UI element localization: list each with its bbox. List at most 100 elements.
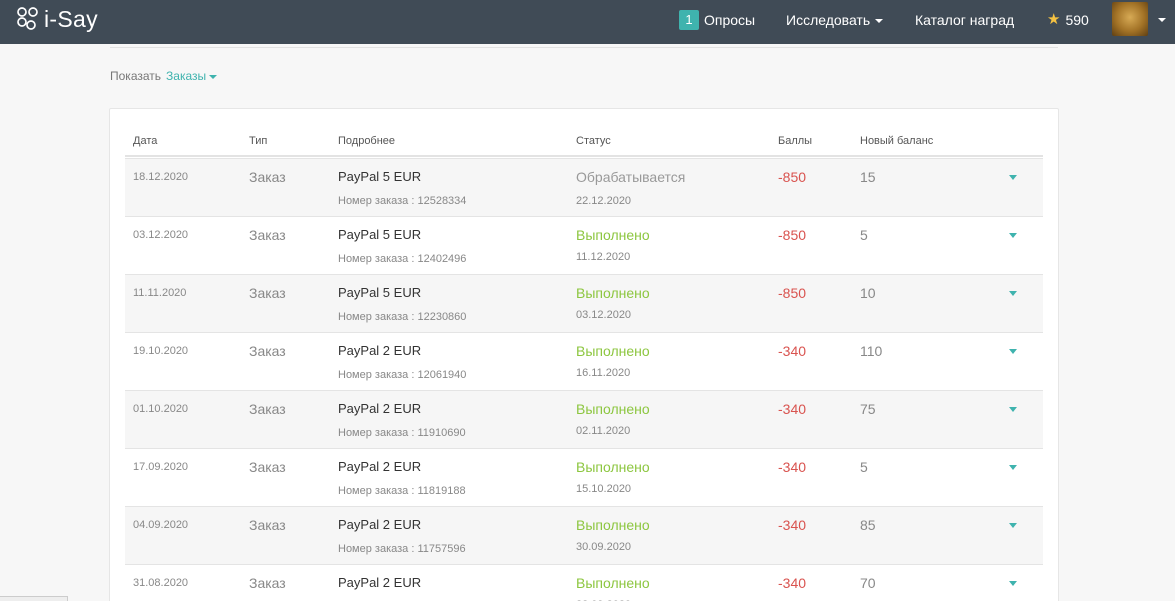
filter-selected-value: Заказы — [166, 69, 207, 83]
row-date: 01.10.2020 — [133, 403, 189, 415]
row-status: Выполнено — [576, 285, 650, 301]
logo-text: i-Say — [44, 5, 98, 32]
row-detail: PayPal 5 EUR — [338, 227, 422, 242]
avatar[interactable] — [1112, 2, 1148, 36]
row-type: Заказ — [249, 227, 286, 243]
horizontal-scrollbar[interactable] — [0, 596, 68, 601]
table-row[interactable]: 11.11.2020 Заказ PayPal 5 EUR Номер заказа … — [125, 274, 1043, 332]
avatar-chevron-down-icon[interactable] — [1158, 18, 1166, 22]
table-row[interactable]: 17.09.2020 Заказ PayPal 2 EUR Номер заказа … — [125, 448, 1043, 506]
row-status-date: 30.09.2020 — [576, 541, 632, 553]
filter-row: Показать Заказы — [110, 69, 218, 83]
row-type: Заказ — [249, 401, 286, 417]
row-status-date: 03.12.2020 — [576, 309, 632, 321]
top-navigation-bar: i-Say 1 Опросы Исследовать Каталог награ… — [0, 0, 1175, 44]
row-points: -340 — [778, 517, 807, 533]
row-type: Заказ — [249, 343, 286, 359]
row-points: -850 — [778, 227, 807, 243]
chevron-down-icon — [209, 74, 218, 79]
row-order-number: Номер заказа : 12061940 — [338, 369, 466, 381]
column-header-points: Баллы — [778, 135, 813, 147]
table-row[interactable]: 01.10.2020 Заказ PayPal 2 EUR Номер заказа … — [125, 390, 1043, 448]
order-number-label: Номер заказа : — [338, 369, 415, 381]
expand-chevron-icon[interactable] — [1009, 349, 1017, 354]
order-number-value: 12061940 — [417, 369, 467, 381]
row-date: 31.08.2020 — [133, 577, 189, 589]
row-date: 03.12.2020 — [133, 229, 189, 241]
row-new-balance: 110 — [860, 343, 883, 359]
order-number-label: Номер заказа : — [338, 485, 415, 497]
order-number-value: 12230860 — [417, 311, 467, 323]
filter-label: Показать — [110, 69, 162, 83]
row-status: Выполнено — [576, 343, 650, 359]
expand-chevron-icon[interactable] — [1009, 407, 1017, 412]
row-date: 04.09.2020 — [133, 519, 189, 531]
table-header: Дата Тип Подробнее Статус Баллы Новый ба… — [125, 125, 1043, 157]
row-detail: PayPal 2 EUR — [338, 343, 422, 358]
order-number-value: 11757596 — [417, 543, 466, 555]
isay-logo[interactable]: i-Say — [16, 6, 98, 32]
row-new-balance: 10 — [860, 285, 876, 301]
row-type: Заказ — [249, 459, 286, 475]
row-status-date: 16.11.2020 — [576, 367, 631, 379]
column-header-status: Статус — [576, 135, 611, 147]
table-row[interactable]: 19.10.2020 Заказ PayPal 2 EUR Номер заказа … — [125, 332, 1043, 390]
divider — [110, 47, 1058, 48]
nav-explore-dropdown[interactable]: Исследовать — [786, 10, 884, 30]
order-number-label: Номер заказа : — [338, 427, 415, 439]
row-new-balance: 75 — [860, 401, 876, 417]
order-number-value: 12528334 — [417, 195, 467, 207]
expand-chevron-icon[interactable] — [1009, 291, 1017, 296]
row-order-number: Номер заказа : 11910690 — [338, 427, 466, 439]
order-number-label: Номер заказа : — [338, 543, 415, 555]
row-points: -340 — [778, 401, 807, 417]
filter-dropdown[interactable]: Заказы — [166, 69, 218, 83]
nav-rewards-catalog[interactable]: Каталог наград — [915, 10, 1014, 30]
table-row[interactable]: 04.09.2020 Заказ PayPal 2 EUR Номер заказа … — [125, 506, 1043, 564]
chevron-down-icon — [875, 19, 884, 23]
row-date: 18.12.2020 — [133, 171, 189, 183]
row-status: Выполнено — [576, 227, 650, 243]
star-icon: ★ — [1047, 11, 1061, 28]
row-type: Заказ — [249, 575, 286, 591]
row-detail: PayPal 2 EUR — [338, 575, 422, 590]
table-row[interactable]: 31.08.2020ЗаказPayPal 2 EURНомер заказа … — [125, 564, 1043, 601]
row-date: 17.09.2020 — [133, 461, 189, 473]
row-points: -340 — [778, 343, 807, 359]
row-new-balance: 85 — [860, 517, 876, 533]
expand-chevron-icon[interactable] — [1009, 581, 1017, 586]
table-row[interactable]: 18.12.2020 Заказ PayPal 5 EUR Номер заказа … — [125, 158, 1043, 216]
expand-chevron-icon[interactable] — [1009, 233, 1017, 238]
row-order-number: Номер заказа : 12402496 — [338, 253, 466, 265]
row-detail: PayPal 2 EUR — [338, 459, 422, 474]
row-status-date: 02.11.2020 — [576, 425, 631, 437]
row-status-date: 15.10.2020 — [576, 483, 632, 495]
expand-chevron-icon[interactable] — [1009, 175, 1017, 180]
row-new-balance: 5 — [860, 227, 868, 243]
row-order-number: Номер заказа : 12528334 — [338, 195, 466, 207]
row-points: -340 — [778, 575, 807, 591]
row-status: Выполнено — [576, 517, 650, 533]
expand-chevron-icon[interactable] — [1009, 523, 1017, 528]
points-balance[interactable]: ★ 590 — [1047, 10, 1089, 30]
row-status: Выполнено — [576, 575, 650, 591]
row-type: Заказ — [249, 517, 286, 533]
row-status: Выполнено — [576, 401, 650, 417]
logo-icon — [17, 7, 38, 30]
row-points: -850 — [778, 169, 807, 185]
history-card: Дата Тип Подробнее Статус Баллы Новый ба… — [109, 108, 1059, 601]
expand-chevron-icon[interactable] — [1009, 465, 1017, 470]
row-new-balance: 15 — [860, 169, 876, 185]
nav-surveys[interactable]: 1 Опросы — [679, 10, 755, 30]
row-status-date: 11.12.2020 — [576, 251, 631, 263]
order-number-value: 12402496 — [417, 253, 467, 265]
column-header-type: Тип — [249, 135, 268, 147]
row-date: 11.11.2020 — [133, 287, 187, 299]
row-type: Заказ — [249, 169, 286, 185]
row-new-balance: 70 — [860, 575, 876, 591]
column-header-date: Дата — [133, 135, 158, 147]
row-detail: PayPal 2 EUR — [338, 517, 422, 532]
row-detail: PayPal 5 EUR — [338, 169, 422, 184]
table-row[interactable]: 03.12.2020 Заказ PayPal 5 EUR Номер заказа … — [125, 216, 1043, 274]
order-number-label: Номер заказа : — [338, 195, 415, 207]
